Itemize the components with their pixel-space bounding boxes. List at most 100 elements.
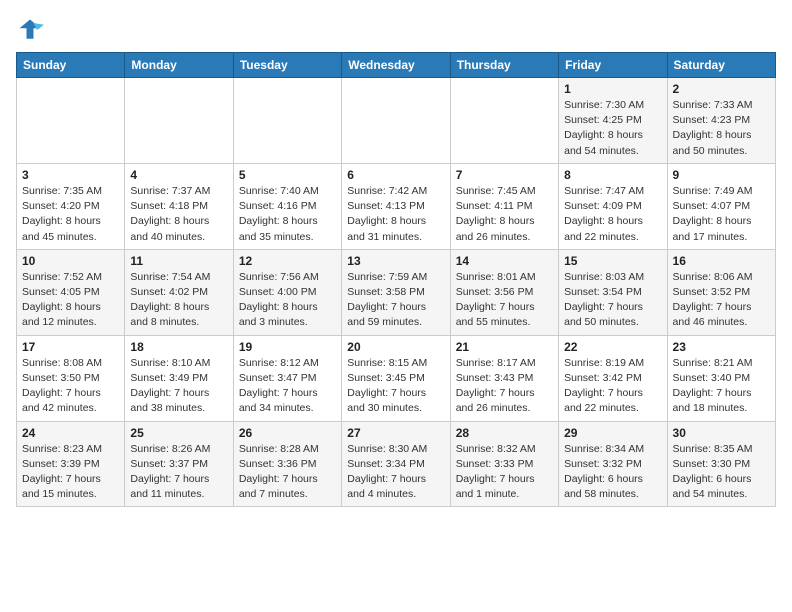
calendar-cell: 16 Sunrise: 8:06 AMSunset: 3:52 PMDayligh… (667, 249, 775, 335)
day-number: 1 (564, 82, 661, 96)
day-number: 28 (456, 426, 553, 440)
day-info: Sunrise: 8:01 AMSunset: 3:56 PMDaylight:… (456, 270, 553, 331)
day-info: Sunrise: 8:08 AMSunset: 3:50 PMDaylight:… (22, 356, 119, 417)
calendar-cell: 12Sunrise: 7:56 AMSunset: 4:00 PMDayligh… (233, 249, 341, 335)
calendar-cell: 3 Sunrise: 7:35 AMSunset: 4:20 PMDaylight… (17, 163, 125, 249)
calendar-cell (450, 78, 558, 164)
day-info: Sunrise: 7:40 AMSunset: 4:16 PMDaylight:… (239, 184, 336, 245)
weekday-header-friday: Friday (559, 53, 667, 78)
calendar-header-row: SundayMondayTuesdayWednesdayThursdayFrid… (17, 53, 776, 78)
calendar-cell: 10 Sunrise: 7:52 AMSunset: 4:05 PMDayligh… (17, 249, 125, 335)
day-number: 5 (239, 168, 336, 182)
day-number: 9 (673, 168, 770, 182)
day-number: 3 (22, 168, 119, 182)
calendar-cell: 22 Sunrise: 8:19 AMSunset: 3:42 PMDayligh… (559, 335, 667, 421)
calendar-cell (125, 78, 233, 164)
page-header (16, 16, 776, 44)
day-info: Sunrise: 8:03 AMSunset: 3:54 PMDaylight:… (564, 270, 661, 331)
calendar-cell: 30 Sunrise: 8:35 AMSunset: 3:30 PMDayligh… (667, 421, 775, 507)
day-info: Sunrise: 8:21 AMSunset: 3:40 PMDaylight:… (673, 356, 770, 417)
day-number: 26 (239, 426, 336, 440)
calendar-cell: 25 Sunrise: 8:26 AMSunset: 3:37 PMDayligh… (125, 421, 233, 507)
day-info: Sunrise: 7:56 AMSunset: 4:00 PMDaylight:… (239, 270, 336, 331)
calendar-cell: 17Sunrise: 8:08 AMSunset: 3:50 PMDayligh… (17, 335, 125, 421)
calendar-cell (17, 78, 125, 164)
logo-icon (16, 16, 44, 44)
day-info: Sunrise: 7:54 AMSunset: 4:02 PMDaylight:… (130, 270, 227, 331)
calendar-cell: 29Sunrise: 8:34 AMSunset: 3:32 PMDayligh… (559, 421, 667, 507)
day-info: Sunrise: 7:47 AMSunset: 4:09 PMDaylight:… (564, 184, 661, 245)
day-info: Sunrise: 7:42 AMSunset: 4:13 PMDaylight:… (347, 184, 444, 245)
calendar-body: 1 Sunrise: 7:30 AMSunset: 4:25 PMDaylight… (17, 78, 776, 507)
day-info: Sunrise: 7:49 AMSunset: 4:07 PMDaylight:… (673, 184, 770, 245)
day-info: Sunrise: 7:37 AMSunset: 4:18 PMDaylight:… (130, 184, 227, 245)
day-number: 2 (673, 82, 770, 96)
calendar-week-5: 24 Sunrise: 8:23 AMSunset: 3:39 PMDayligh… (17, 421, 776, 507)
day-number: 27 (347, 426, 444, 440)
calendar-cell: 2 Sunrise: 7:33 AMSunset: 4:23 PMDaylight… (667, 78, 775, 164)
calendar-cell: 23 Sunrise: 8:21 AMSunset: 3:40 PMDayligh… (667, 335, 775, 421)
calendar-cell: 18Sunrise: 8:10 AMSunset: 3:49 PMDayligh… (125, 335, 233, 421)
weekday-header-monday: Monday (125, 53, 233, 78)
day-number: 29 (564, 426, 661, 440)
calendar-cell: 27Sunrise: 8:30 AMSunset: 3:34 PMDayligh… (342, 421, 450, 507)
calendar-cell (233, 78, 341, 164)
calendar-cell (342, 78, 450, 164)
day-info: Sunrise: 7:35 AMSunset: 4:20 PMDaylight:… (22, 184, 119, 245)
weekday-header-sunday: Sunday (17, 53, 125, 78)
day-info: Sunrise: 8:06 AMSunset: 3:52 PMDaylight:… (673, 270, 770, 331)
day-number: 8 (564, 168, 661, 182)
calendar-cell: 14Sunrise: 8:01 AMSunset: 3:56 PMDayligh… (450, 249, 558, 335)
calendar-cell: 7 Sunrise: 7:45 AMSunset: 4:11 PMDaylight… (450, 163, 558, 249)
day-number: 16 (673, 254, 770, 268)
calendar-cell: 1 Sunrise: 7:30 AMSunset: 4:25 PMDaylight… (559, 78, 667, 164)
weekday-header-tuesday: Tuesday (233, 53, 341, 78)
day-info: Sunrise: 7:45 AMSunset: 4:11 PMDaylight:… (456, 184, 553, 245)
calendar-table: SundayMondayTuesdayWednesdayThursdayFrid… (16, 52, 776, 507)
day-info: Sunrise: 7:33 AMSunset: 4:23 PMDaylight:… (673, 98, 770, 159)
calendar-week-3: 10 Sunrise: 7:52 AMSunset: 4:05 PMDayligh… (17, 249, 776, 335)
calendar-week-1: 1 Sunrise: 7:30 AMSunset: 4:25 PMDaylight… (17, 78, 776, 164)
day-info: Sunrise: 8:35 AMSunset: 3:30 PMDaylight:… (673, 442, 770, 503)
day-info: Sunrise: 8:26 AMSunset: 3:37 PMDaylight:… (130, 442, 227, 503)
calendar-cell: 24 Sunrise: 8:23 AMSunset: 3:39 PMDayligh… (17, 421, 125, 507)
day-number: 18 (130, 340, 227, 354)
day-number: 30 (673, 426, 770, 440)
weekday-header-saturday: Saturday (667, 53, 775, 78)
calendar-cell: 9 Sunrise: 7:49 AMSunset: 4:07 PMDaylight… (667, 163, 775, 249)
day-info: Sunrise: 8:23 AMSunset: 3:39 PMDaylight:… (22, 442, 119, 503)
day-number: 23 (673, 340, 770, 354)
day-info: Sunrise: 7:52 AMSunset: 4:05 PMDaylight:… (22, 270, 119, 331)
day-info: Sunrise: 7:30 AMSunset: 4:25 PMDaylight:… (564, 98, 661, 159)
calendar-cell: 5 Sunrise: 7:40 AMSunset: 4:16 PMDaylight… (233, 163, 341, 249)
day-number: 15 (564, 254, 661, 268)
day-number: 10 (22, 254, 119, 268)
calendar-cell: 8 Sunrise: 7:47 AMSunset: 4:09 PMDaylight… (559, 163, 667, 249)
day-info: Sunrise: 7:59 AMSunset: 3:58 PMDaylight:… (347, 270, 444, 331)
calendar-cell: 13 Sunrise: 7:59 AMSunset: 3:58 PMDayligh… (342, 249, 450, 335)
day-number: 7 (456, 168, 553, 182)
calendar-week-2: 3 Sunrise: 7:35 AMSunset: 4:20 PMDaylight… (17, 163, 776, 249)
day-info: Sunrise: 8:28 AMSunset: 3:36 PMDaylight:… (239, 442, 336, 503)
calendar-cell: 21Sunrise: 8:17 AMSunset: 3:43 PMDayligh… (450, 335, 558, 421)
day-number: 22 (564, 340, 661, 354)
day-info: Sunrise: 8:19 AMSunset: 3:42 PMDaylight:… (564, 356, 661, 417)
calendar-cell: 19Sunrise: 8:12 AMSunset: 3:47 PMDayligh… (233, 335, 341, 421)
day-number: 6 (347, 168, 444, 182)
day-info: Sunrise: 8:15 AMSunset: 3:45 PMDaylight:… (347, 356, 444, 417)
calendar-cell: 15 Sunrise: 8:03 AMSunset: 3:54 PMDayligh… (559, 249, 667, 335)
calendar-cell: 6 Sunrise: 7:42 AMSunset: 4:13 PMDaylight… (342, 163, 450, 249)
day-number: 24 (22, 426, 119, 440)
calendar-cell: 26 Sunrise: 8:28 AMSunset: 3:36 PMDayligh… (233, 421, 341, 507)
day-number: 20 (347, 340, 444, 354)
weekday-header-thursday: Thursday (450, 53, 558, 78)
day-number: 11 (130, 254, 227, 268)
calendar-cell: 28 Sunrise: 8:32 AMSunset: 3:33 PMDayligh… (450, 421, 558, 507)
day-number: 13 (347, 254, 444, 268)
calendar-week-4: 17Sunrise: 8:08 AMSunset: 3:50 PMDayligh… (17, 335, 776, 421)
day-info: Sunrise: 8:32 AMSunset: 3:33 PMDaylight:… (456, 442, 553, 503)
day-number: 21 (456, 340, 553, 354)
day-number: 25 (130, 426, 227, 440)
day-number: 19 (239, 340, 336, 354)
calendar-cell: 4Sunrise: 7:37 AMSunset: 4:18 PMDaylight… (125, 163, 233, 249)
